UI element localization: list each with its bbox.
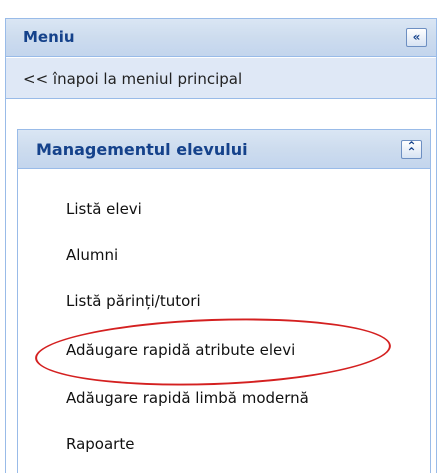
student-management-header: Managementul elevului ⌃ ⌃ — [18, 130, 430, 169]
collapse-menu-button[interactable]: « — [406, 28, 427, 47]
back-row: << înapoi la meniul principal — [6, 58, 436, 99]
nav-item-adaugare-rapida-atribute-elevi[interactable]: Adăugare rapidă atribute elevi — [66, 341, 295, 359]
double-chevron-left-icon: « — [412, 30, 421, 44]
menu-header: Meniu « — [6, 19, 436, 57]
nav-item-rapoarte[interactable]: Rapoarte — [66, 435, 134, 453]
nav-item-lista-elevi[interactable]: Listă elevi — [66, 200, 142, 218]
menu-title: Meniu — [23, 28, 75, 46]
back-to-main-menu-link[interactable]: << înapoi la meniul principal — [23, 70, 242, 88]
nav-item-alumni[interactable]: Alumni — [66, 246, 118, 264]
chevron-up-glyph-2: ⌃ — [406, 145, 417, 159]
double-chevron-up-icon: ⌃ ⌃ — [406, 140, 417, 159]
collapse-section-button[interactable]: ⌃ ⌃ — [401, 140, 422, 159]
nav-item-lista-parinti-tutori[interactable]: Listă părinți/tutori — [66, 292, 201, 310]
nav-item-adaugare-rapida-limba-moderna[interactable]: Adăugare rapidă limbă modernă — [66, 389, 309, 407]
student-management-title: Managementul elevului — [36, 140, 248, 159]
